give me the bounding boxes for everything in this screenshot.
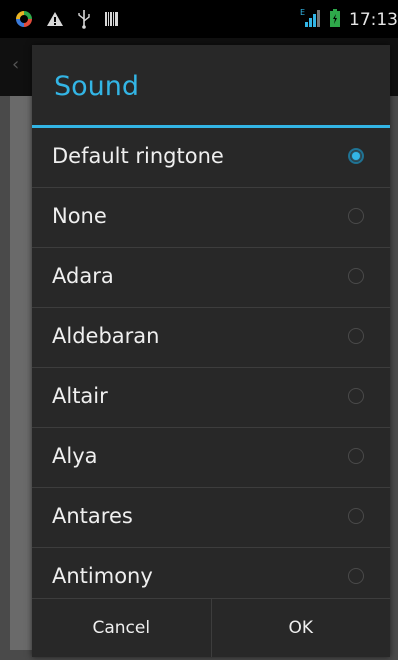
signal-icon: E <box>299 7 321 33</box>
list-item[interactable]: Aldebaran <box>32 308 390 368</box>
list-item-label: Antares <box>52 504 133 528</box>
list-item-label: Alya <box>52 444 98 468</box>
battery-icon <box>329 8 341 32</box>
list-item-label: Default ringtone <box>52 144 224 168</box>
status-bar: E 17:13 <box>0 0 398 38</box>
list-item-label: None <box>52 204 107 228</box>
list-item-label: Antimony <box>52 564 153 588</box>
list-item[interactable]: Default ringtone <box>32 128 390 188</box>
radio-unselected-icon[interactable] <box>348 508 364 524</box>
dialog-button-bar: Cancel OK <box>32 598 390 657</box>
radio-selected-icon[interactable] <box>348 148 364 164</box>
list-item[interactable]: Alya <box>32 428 390 488</box>
barcode-icon <box>104 11 120 31</box>
status-time: 17:13 <box>349 10 398 30</box>
ringtone-list[interactable]: Default ringtone None Adara Aldebaran Al… <box>32 128 390 598</box>
radio-unselected-icon[interactable] <box>348 568 364 584</box>
dialog-title: Sound <box>54 71 140 102</box>
sync-icon <box>14 9 34 33</box>
list-item[interactable]: None <box>32 188 390 248</box>
radio-unselected-icon[interactable] <box>348 268 364 284</box>
radio-unselected-icon[interactable] <box>348 328 364 344</box>
radio-unselected-icon[interactable] <box>348 388 364 404</box>
radio-unselected-icon[interactable] <box>348 208 364 224</box>
list-item[interactable]: Altair <box>32 368 390 428</box>
list-item-label: Aldebaran <box>52 324 160 348</box>
signal-type-label: E <box>300 8 305 17</box>
cancel-button[interactable]: Cancel <box>32 599 211 657</box>
sound-picker-dialog: Sound Default ringtone None Adara Aldeba… <box>32 45 390 657</box>
list-item-label: Adara <box>52 264 114 288</box>
list-item[interactable]: Antares <box>32 488 390 548</box>
usb-icon <box>76 9 92 33</box>
warning-icon <box>46 10 64 32</box>
list-item[interactable]: Antimony <box>32 548 390 598</box>
back-chevron-icon: ‹ <box>12 54 20 75</box>
list-item-label: Altair <box>52 384 108 408</box>
radio-unselected-icon[interactable] <box>348 448 364 464</box>
ok-button[interactable]: OK <box>210 599 391 657</box>
list-item[interactable]: Adara <box>32 248 390 308</box>
